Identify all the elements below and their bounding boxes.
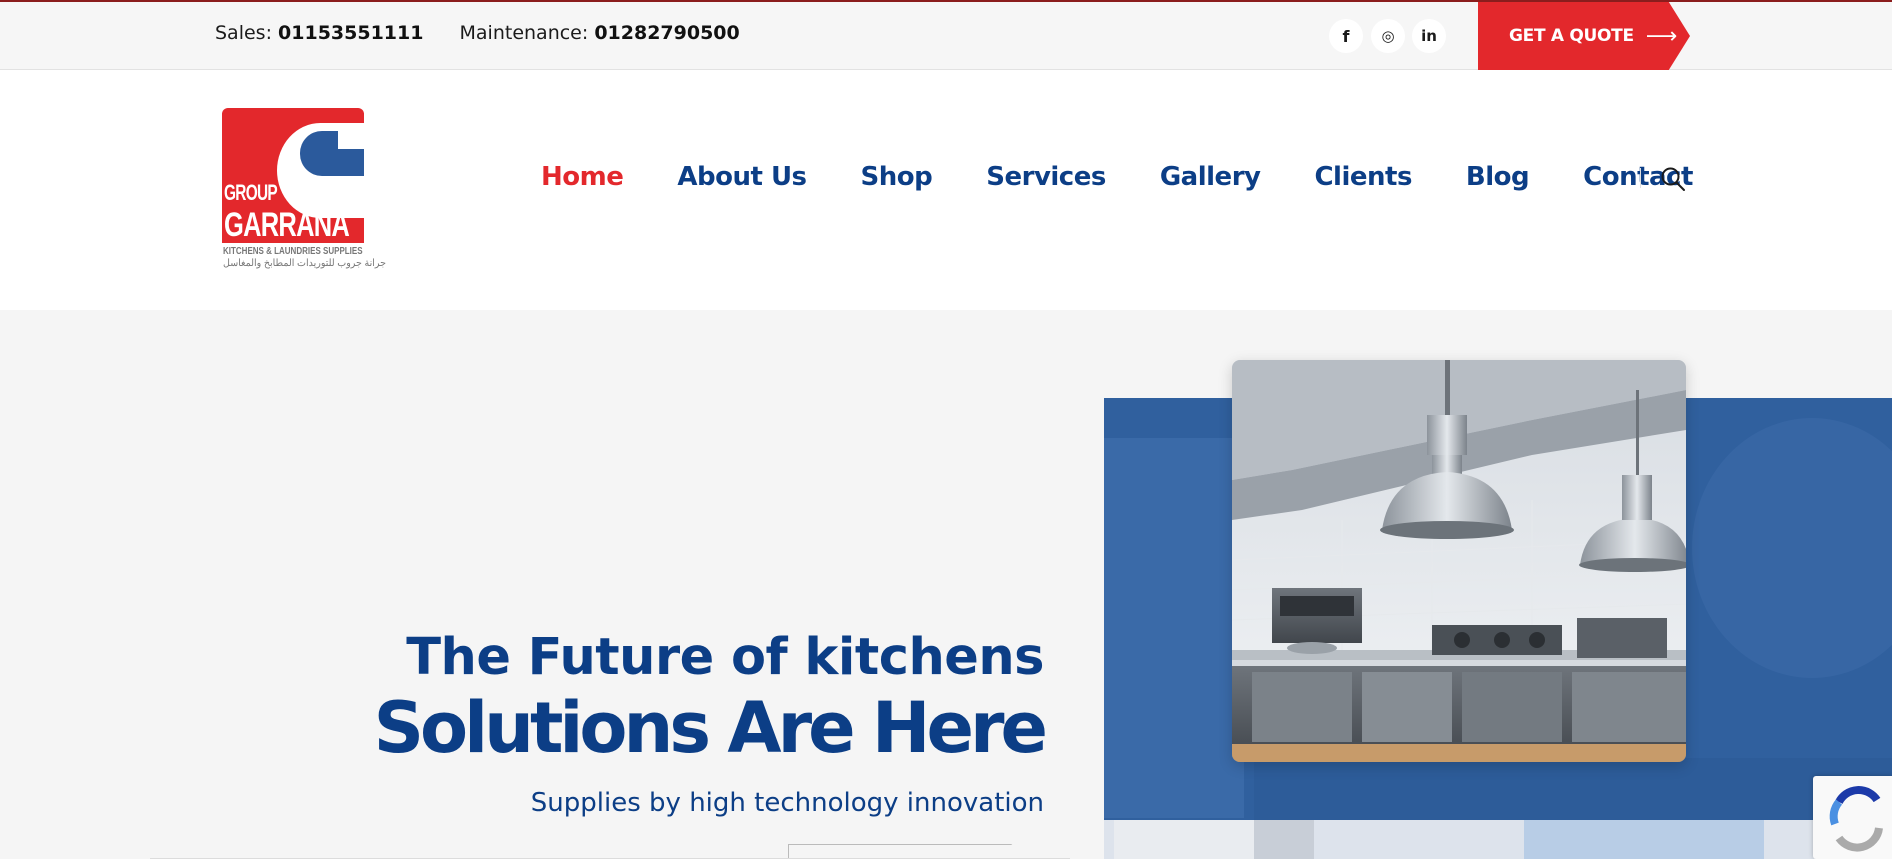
nav-item-shop[interactable]: Shop [861,162,933,192]
nav-item-gallery[interactable]: Gallery [1160,162,1261,192]
arrow-right-icon: ⟶ [1645,23,1678,49]
nav-item-home[interactable]: Home [541,162,624,192]
hero-subtitle: Supplies by high technology innovation [530,788,1044,818]
get-a-quote-button[interactable]: GET A QUOTE ⟶ [1478,2,1690,70]
panel-texture-bottom [1254,758,1892,820]
panel-texture-right [1692,418,1892,678]
hero-section: The Future of kitchens Solutions Are Her… [0,310,1892,859]
logo-tagline-en: KITCHENS & LAUNDRIES SUPPLIES [223,246,363,257]
hero-heading-line2: Solutions Are Here [373,687,1048,769]
logo-word-group: GROUP [224,180,278,205]
logo-notch [338,131,364,149]
nav-item-clients[interactable]: Clients [1314,162,1412,192]
site-header: GROUP GARRANA KITCHENS & LAUNDRIES SUPPL… [0,70,1892,310]
nav-item-services[interactable]: Services [986,162,1106,192]
main-nav: Home About Us Shop Services Gallery Clie… [541,162,1747,192]
maintenance-label: Maintenance: [459,22,589,44]
strip-segment [1524,820,1764,859]
linkedin-icon[interactable]: in [1412,19,1446,53]
instagram-icon[interactable]: ◎ [1371,19,1405,53]
site-logo[interactable]: GROUP GARRANA KITCHENS & LAUNDRIES SUPPL… [222,108,386,273]
logo-word-garrana: GARRANA [224,206,350,244]
search-icon[interactable] [1660,166,1686,192]
sales-label: Sales: [215,22,272,44]
strip-segment [1114,820,1254,859]
nav-divider [1640,168,1641,188]
nav-item-about-us[interactable]: About Us [677,162,807,192]
sales-phone-link[interactable]: 01153551111 [278,22,423,44]
strip-segment [1254,820,1314,859]
hero-cta-button[interactable] [788,844,1028,859]
hero-heading-line1: The Future of kitchens [406,628,1044,687]
logo-tagline-ar: جرانة جروب للتوريدات المطابخ والمغاسل [223,258,387,269]
kitchen-image [1232,360,1686,762]
nav-item-blog[interactable]: Blog [1466,162,1530,192]
facebook-icon[interactable]: f [1329,19,1363,53]
panel-texture-left [1104,438,1244,818]
top-bar: Sales: 01153551111 Maintenance: 01282790… [0,0,1892,70]
maintenance-phone-link[interactable]: 01282790500 [594,22,739,44]
get-a-quote-label: GET A QUOTE [1509,26,1634,46]
contact-info: Sales: 01153551111 Maintenance: 01282790… [215,22,740,44]
recaptcha-badge[interactable] [1813,776,1892,859]
hero-bottom-image [1104,820,1892,859]
